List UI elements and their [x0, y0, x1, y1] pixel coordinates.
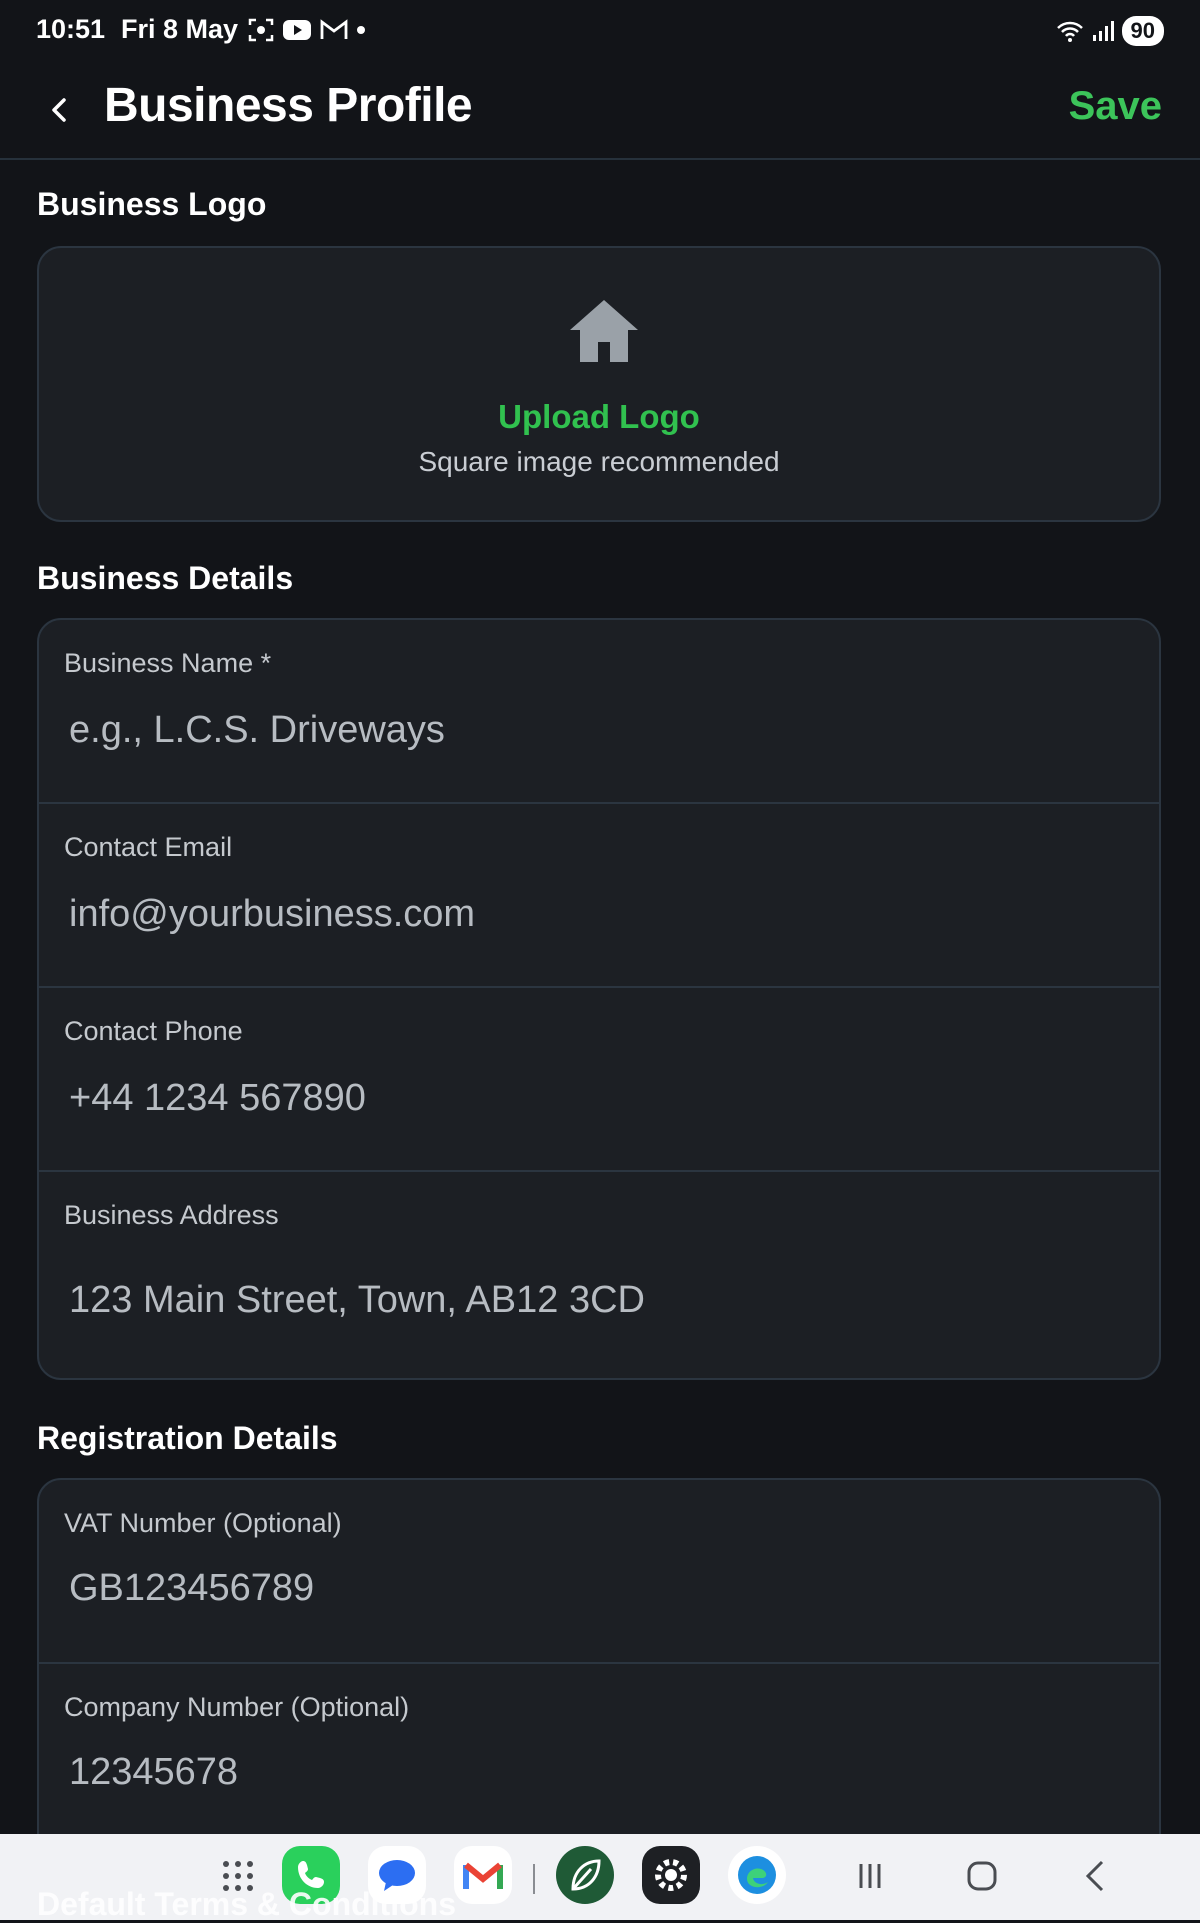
vat-number-input[interactable]	[69, 1560, 1109, 1616]
vat-number-field: VAT Number (Optional)	[39, 1480, 1159, 1664]
edge-app-icon[interactable]	[728, 1846, 786, 1904]
business-address-label: Business Address	[64, 1200, 279, 1230]
contact-phone-field: Contact Phone	[39, 988, 1159, 1172]
settings-app-icon[interactable]	[642, 1846, 700, 1904]
company-number-input[interactable]	[69, 1744, 1109, 1800]
business-address-field: Business Address	[39, 1172, 1159, 1378]
app-header: Business Profile Save	[0, 64, 1200, 160]
home-icon	[570, 300, 638, 362]
system-icons: 90	[1056, 16, 1164, 46]
dot-icon	[357, 26, 365, 34]
business-name-label: Business Name *	[64, 648, 272, 678]
upload-logo-label[interactable]: Upload Logo	[39, 398, 1159, 436]
business-name-field: Business Name *	[39, 620, 1159, 804]
business-details-heading: Business Details	[37, 560, 294, 596]
contact-phone-input[interactable]	[69, 1070, 1109, 1126]
nav-divider	[533, 1864, 535, 1894]
save-button[interactable]: Save	[1069, 84, 1162, 129]
registration-details-heading: Registration Details	[37, 1420, 338, 1456]
default-terms-heading: Default Terms & Conditions	[37, 1886, 456, 1922]
leaf-app-icon[interactable]	[556, 1846, 614, 1904]
registration-details-card: VAT Number (Optional) Company Number (Op…	[37, 1478, 1161, 1868]
upload-logo-hint: Square image recommended	[418, 446, 780, 477]
signal-icon	[1092, 21, 1114, 41]
recents-icon[interactable]	[840, 1846, 900, 1906]
status-time: 10:51	[36, 14, 106, 44]
business-logo-heading: Business Logo	[37, 186, 267, 222]
upload-logo-card[interactable]: Upload Logo Square image recommended	[37, 246, 1161, 522]
back-arrow-icon[interactable]	[40, 90, 80, 130]
nav-back-icon[interactable]	[1066, 1846, 1126, 1906]
status-bar: 10:51 Fri 8 May 90	[0, 0, 1200, 64]
contact-phone-label: Contact Phone	[64, 1016, 243, 1046]
youtube-icon	[283, 20, 311, 40]
company-number-field: Company Number (Optional)	[39, 1664, 1159, 1848]
company-number-label: Company Number (Optional)	[64, 1692, 410, 1722]
contact-email-field: Contact Email	[39, 804, 1159, 988]
status-date: Fri 8 May	[121, 14, 239, 44]
home-button-icon[interactable]	[952, 1846, 1012, 1906]
page-title: Business Profile	[104, 79, 473, 132]
screenshot-icon	[248, 18, 274, 42]
notification-icons	[248, 18, 366, 42]
gmail-icon	[320, 19, 348, 39]
business-details-card: Business Name * Contact Email Contact Ph…	[37, 618, 1161, 1380]
contact-email-label: Contact Email	[64, 832, 233, 862]
business-name-input[interactable]	[69, 702, 1109, 758]
business-address-input[interactable]	[69, 1272, 1109, 1328]
vat-number-label: VAT Number (Optional)	[64, 1508, 342, 1538]
gmail-app-icon[interactable]	[454, 1846, 512, 1904]
wifi-icon	[1056, 21, 1083, 42]
battery-indicator: 90	[1121, 16, 1164, 46]
contact-email-input[interactable]	[69, 886, 1109, 942]
